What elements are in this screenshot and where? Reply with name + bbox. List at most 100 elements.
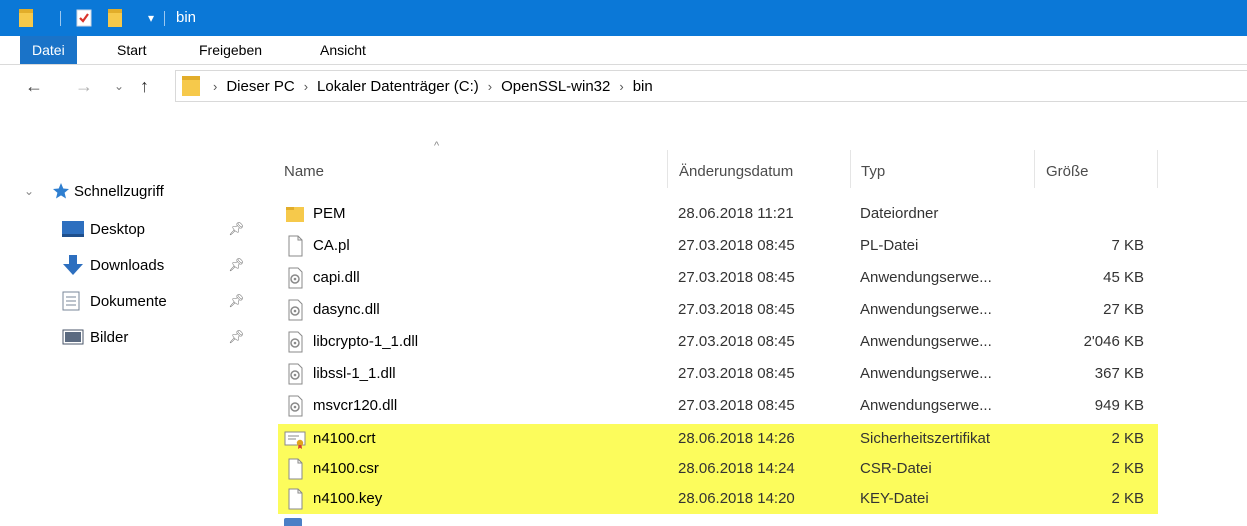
file-icon bbox=[288, 235, 303, 257]
file-size: 7 KB bbox=[1111, 237, 1144, 254]
sidebar-item-label: Desktop bbox=[90, 220, 146, 238]
column-divider[interactable] bbox=[1157, 150, 1158, 188]
file-name: n4100.key bbox=[313, 490, 383, 507]
tab-ansicht[interactable]: Ansicht bbox=[320, 36, 366, 64]
sidebar-item-desktop[interactable]: Desktop bbox=[62, 214, 145, 244]
tab-start[interactable]: Start bbox=[117, 36, 147, 64]
column-header-date[interactable]: Änderungsdatum bbox=[679, 150, 793, 188]
pin-icon[interactable]: 📌︎ bbox=[228, 329, 245, 345]
tab-freigeben[interactable]: Freigeben bbox=[199, 36, 262, 64]
file-date: 28.06.2018 14:20 bbox=[678, 490, 795, 507]
dll-icon bbox=[288, 267, 303, 289]
file-date: 28.06.2018 14:26 bbox=[678, 430, 795, 447]
back-arrow-icon[interactable]: ← bbox=[25, 64, 43, 108]
file-row-pem[interactable]: PEM 28.06.2018 11:21 Dateiordner bbox=[278, 199, 1158, 229]
pin-icon[interactable]: 📌︎ bbox=[228, 257, 245, 273]
file-size: 2 KB bbox=[1111, 460, 1144, 477]
file-date: 27.03.2018 08:45 bbox=[678, 333, 795, 350]
file-row-libssl-dll[interactable]: libssl-1_1.dll 27.03.2018 08:45 Anwendun… bbox=[278, 359, 1158, 389]
sidebar-item-label: Dokumente bbox=[90, 292, 167, 310]
file-row-n4100-key[interactable]: n4100.key 28.06.2018 14:20 KEY-Datei 2 K… bbox=[278, 484, 1158, 514]
file-type: CSR-Datei bbox=[860, 460, 932, 477]
column-header-type[interactable]: Typ bbox=[861, 150, 885, 188]
column-divider[interactable] bbox=[667, 150, 668, 188]
pin-icon[interactable]: 📌︎ bbox=[228, 293, 245, 309]
file-size: 367 KB bbox=[1094, 365, 1144, 382]
window-title: bin bbox=[176, 9, 197, 26]
desktop-icon bbox=[62, 221, 90, 237]
folder-icon bbox=[182, 76, 204, 96]
sidebar-item-dokumente[interactable]: Dokumente bbox=[62, 286, 167, 316]
file-row-n4100-csr[interactable]: n4100.csr 28.06.2018 14:24 CSR-Datei 2 K… bbox=[278, 454, 1158, 484]
forward-arrow-icon[interactable]: → bbox=[75, 64, 93, 108]
downloads-icon bbox=[62, 255, 90, 275]
file-name: msvcr120.dll bbox=[313, 397, 398, 414]
column-divider[interactable] bbox=[850, 150, 851, 188]
chevron-right-icon[interactable]: › bbox=[488, 79, 492, 94]
file-row-libcrypto-dll[interactable]: libcrypto-1_1.dll 27.03.2018 08:45 Anwen… bbox=[278, 327, 1158, 357]
file-row-capi-dll[interactable]: capi.dll 27.03.2018 08:45 Anwendungserwe… bbox=[278, 263, 1158, 293]
file-date: 27.03.2018 08:45 bbox=[678, 237, 795, 254]
file-date: 27.03.2018 08:45 bbox=[678, 301, 795, 318]
address-bar[interactable]: › Dieser PC › Lokaler Datenträger (C:) ›… bbox=[175, 70, 1247, 102]
breadcrumb-openssl[interactable]: OpenSSL-win32 bbox=[501, 78, 610, 95]
sidebar-item-downloads[interactable]: Downloads bbox=[62, 250, 164, 280]
certificate-icon bbox=[284, 431, 306, 449]
column-header-size[interactable]: Größe bbox=[1046, 150, 1089, 188]
pictures-icon bbox=[62, 329, 90, 345]
chevron-down-icon[interactable]: ⌄ bbox=[24, 184, 34, 198]
dll-icon bbox=[288, 395, 303, 417]
file-date: 27.03.2018 08:45 bbox=[678, 365, 795, 382]
sidebar-quick-access[interactable]: Schnellzugriff bbox=[52, 176, 164, 206]
file-name: capi.dll bbox=[313, 269, 360, 286]
file-type: KEY-Datei bbox=[860, 490, 929, 507]
file-icon bbox=[284, 518, 302, 526]
tab-datei[interactable]: Datei bbox=[20, 36, 77, 64]
file-name: CA.pl bbox=[313, 237, 350, 254]
file-row-ca-pl[interactable]: CA.pl 27.03.2018 08:45 PL-Datei 7 KB bbox=[278, 231, 1158, 261]
file-size: 45 KB bbox=[1103, 269, 1144, 286]
file-type: Dateiordner bbox=[860, 205, 939, 222]
recent-locations-chevron-icon[interactable]: ⌄ bbox=[114, 64, 124, 108]
file-name: PEM bbox=[313, 205, 346, 222]
file-type: PL-Datei bbox=[860, 237, 919, 254]
chevron-right-icon[interactable]: › bbox=[619, 79, 623, 94]
file-date: 28.06.2018 11:21 bbox=[678, 205, 794, 222]
title-bar: ▾ bin bbox=[0, 0, 1247, 36]
customize-quick-access-icon[interactable]: ▾ bbox=[148, 0, 154, 36]
file-name: n4100.crt bbox=[313, 430, 376, 447]
file-icon bbox=[288, 458, 303, 480]
navigation-bar: ← → ⌄ ↑ › Dieser PC › Lokaler Datenträge… bbox=[0, 64, 1247, 108]
file-row-msvcr120-dll[interactable]: msvcr120.dll 27.03.2018 08:45 Anwendungs… bbox=[278, 391, 1158, 421]
file-name: libcrypto-1_1.dll bbox=[313, 333, 419, 350]
properties-icon[interactable] bbox=[76, 0, 92, 36]
navigation-pane bbox=[0, 108, 262, 526]
documents-icon bbox=[62, 291, 90, 311]
folder-icon[interactable] bbox=[19, 0, 33, 36]
breadcrumb-drive-c[interactable]: Lokaler Datenträger (C:) bbox=[317, 78, 479, 95]
separator bbox=[164, 11, 165, 26]
sort-ascending-icon: ^ bbox=[434, 140, 440, 152]
dll-icon bbox=[288, 363, 303, 385]
chevron-right-icon[interactable]: › bbox=[304, 79, 308, 94]
column-divider[interactable] bbox=[1034, 150, 1035, 188]
file-date: 28.06.2018 14:24 bbox=[678, 460, 795, 477]
file-type: Anwendungserwe... bbox=[860, 269, 992, 286]
chevron-right-icon: › bbox=[213, 78, 218, 94]
breadcrumb-bin[interactable]: bin bbox=[633, 78, 653, 95]
sidebar-section-label: Schnellzugriff bbox=[74, 182, 164, 200]
sidebar-item-bilder[interactable]: Bilder bbox=[62, 322, 128, 352]
breadcrumb-dieser-pc[interactable]: Dieser PC bbox=[226, 78, 294, 95]
file-row-dasync-dll[interactable]: dasync.dll 27.03.2018 08:45 Anwendungser… bbox=[278, 295, 1158, 325]
pin-icon[interactable]: 📌︎ bbox=[228, 221, 245, 237]
file-size: 2 KB bbox=[1111, 430, 1144, 447]
up-arrow-icon[interactable]: ↑ bbox=[140, 64, 149, 108]
new-folder-icon[interactable] bbox=[108, 0, 122, 36]
file-row-n4100-crt[interactable]: n4100.crt 28.06.2018 14:26 Sicherheitsze… bbox=[278, 424, 1158, 454]
column-header-name[interactable]: Name bbox=[284, 150, 324, 188]
ribbon-tabs: Datei Start Freigeben Ansicht bbox=[0, 36, 1247, 65]
file-icon bbox=[288, 488, 303, 510]
file-name: libssl-1_1.dll bbox=[313, 365, 396, 382]
sidebar-item-label: Bilder bbox=[90, 328, 129, 346]
dll-icon bbox=[288, 299, 303, 321]
